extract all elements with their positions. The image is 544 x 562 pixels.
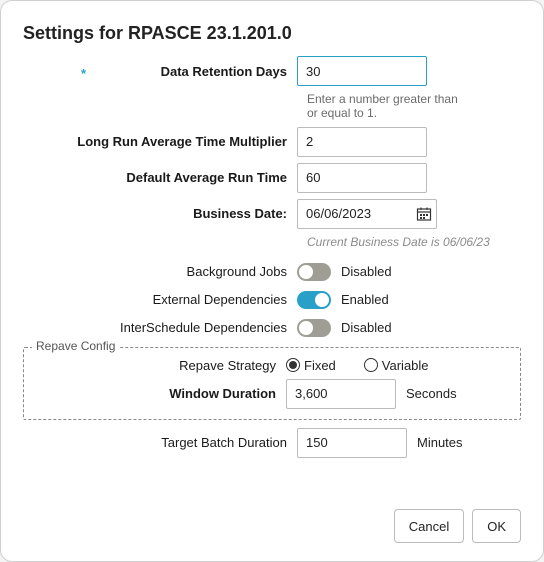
label-target-batch: Target Batch Duration [23,435,297,450]
dialog-footer: Cancel OK [394,509,521,543]
label-avg-run: Default Average Run Time [23,170,297,185]
unit-target-batch: Minutes [417,435,463,450]
label-retention: Data Retention Days [23,64,297,79]
label-bg-jobs: Background Jobs [23,264,297,279]
settings-dialog: Settings for RPASCE 23.1.201.0 Data Rete… [0,0,544,562]
input-biz-date[interactable]: 06/06/2023 [297,199,437,229]
ok-button[interactable]: OK [472,509,521,543]
radio-fixed-label: Fixed [304,358,336,373]
state-ext-deps: Enabled [341,292,389,307]
row-window-duration: Window Duration Seconds [24,379,508,409]
input-window-duration[interactable] [286,379,396,409]
input-retention[interactable] [297,56,427,86]
input-avg-run[interactable] [297,163,427,193]
toggle-ext-deps[interactable] [297,291,331,309]
row-repave-strategy: Repave Strategy Fixed Variable [24,358,508,373]
label-biz-date: Business Date: [23,206,297,221]
row-biz-date: Business Date: 06/06/2023 [23,199,521,229]
hint-retention: Enter a number greater than or equal to … [307,92,467,121]
row-ext-deps: External Dependencies Enabled [23,291,521,309]
label-window-duration: Window Duration [24,386,286,401]
toggle-inter-deps[interactable] [297,319,331,337]
radio-fixed[interactable]: Fixed [286,358,336,373]
repave-legend: Repave Config [32,339,119,353]
radio-circle-icon [364,358,378,372]
state-bg-jobs: Disabled [341,264,392,279]
biz-date-value: 06/06/2023 [306,206,371,221]
input-multiplier[interactable] [297,127,427,157]
hint-biz-date: Current Business Date is 06/06/23 [307,235,521,249]
toggle-bg-jobs[interactable] [297,263,331,281]
row-bg-jobs: Background Jobs Disabled [23,263,521,281]
row-target-batch: Target Batch Duration Minutes [23,428,521,458]
row-inter-deps: InterSchedule Dependencies Disabled [23,319,521,337]
cancel-button[interactable]: Cancel [394,509,464,543]
row-retention: Data Retention Days [23,56,521,86]
radio-variable-label: Variable [382,358,429,373]
label-multiplier: Long Run Average Time Multiplier [23,134,297,149]
dialog-title: Settings for RPASCE 23.1.201.0 [23,23,521,44]
row-avg-run: Default Average Run Time [23,163,521,193]
radio-circle-icon [286,358,300,372]
label-ext-deps: External Dependencies [23,292,297,307]
calendar-icon[interactable] [416,206,432,222]
radio-variable[interactable]: Variable [364,358,429,373]
label-repave-strategy: Repave Strategy [24,358,286,373]
label-inter-deps: InterSchedule Dependencies [23,320,297,335]
unit-window: Seconds [406,386,457,401]
input-target-batch[interactable] [297,428,407,458]
state-inter-deps: Disabled [341,320,392,335]
repave-config-group: Repave Config Repave Strategy Fixed Vari… [23,347,521,420]
row-multiplier: Long Run Average Time Multiplier [23,127,521,157]
